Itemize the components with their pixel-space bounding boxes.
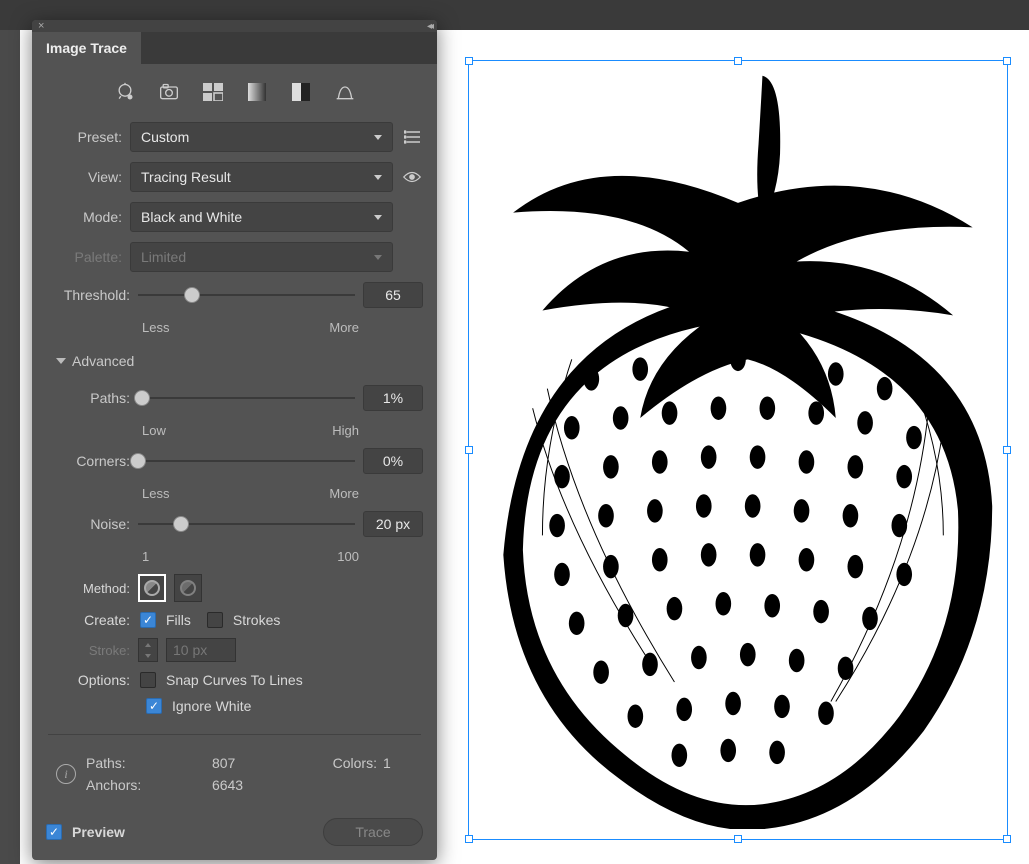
black-white-icon[interactable] xyxy=(290,82,312,102)
stroke-label: Stroke: xyxy=(62,643,130,658)
preset-menu-icon[interactable] xyxy=(401,130,423,144)
paths-value[interactable]: 1% xyxy=(363,385,423,411)
close-icon[interactable]: × xyxy=(38,21,44,32)
paths-slider[interactable] xyxy=(138,389,355,407)
panel-title: Image Trace xyxy=(46,40,127,56)
options-label: Options: xyxy=(62,672,130,688)
preview-label: Preview xyxy=(72,824,125,840)
preset-select[interactable]: Custom xyxy=(130,122,393,152)
palette-label: Palette: xyxy=(46,249,122,265)
mode-select[interactable]: Black and White xyxy=(130,202,393,232)
collapse-icon[interactable]: ◂◂ xyxy=(427,21,431,32)
handle-bm[interactable] xyxy=(734,835,742,843)
corners-min: Less xyxy=(142,486,169,501)
handle-br[interactable] xyxy=(1003,835,1011,843)
ignore-white-checkbox[interactable] xyxy=(146,698,162,714)
threshold-value[interactable]: 65 xyxy=(363,282,423,308)
stats-colors-value: 1 xyxy=(383,755,413,771)
corners-slider[interactable] xyxy=(138,452,355,470)
divider xyxy=(48,734,421,735)
paths-max: High xyxy=(332,423,359,438)
paths-min: Low xyxy=(142,423,166,438)
mode-label: Mode: xyxy=(46,209,122,225)
strawberry-illustration xyxy=(474,66,1002,829)
stats-colors-label: Colors: xyxy=(262,755,383,771)
strokes-label: Strokes xyxy=(233,612,280,628)
ignore-white-label: Ignore White xyxy=(172,698,251,714)
threshold-min: Less xyxy=(142,320,169,335)
handle-tm[interactable] xyxy=(734,57,742,65)
corners-label: Corners: xyxy=(46,453,130,469)
palette-value: Limited xyxy=(141,249,186,265)
preview-checkbox[interactable] xyxy=(46,824,62,840)
panel-titlebar[interactable]: × ◂◂ xyxy=(32,20,437,32)
stats-paths-label: Paths: xyxy=(86,755,212,771)
corners-max: More xyxy=(329,486,359,501)
auto-color-icon[interactable] xyxy=(114,82,136,102)
panel-tab-row: Image Trace xyxy=(32,32,437,64)
disclosure-triangle-icon xyxy=(56,358,66,364)
palette-select: Limited xyxy=(130,242,393,272)
view-select[interactable]: Tracing Result xyxy=(130,162,393,192)
noise-max: 100 xyxy=(337,549,359,564)
preset-label: Preset: xyxy=(46,129,122,145)
snap-checkbox[interactable] xyxy=(140,672,156,688)
noise-min: 1 xyxy=(142,549,149,564)
view-value: Tracing Result xyxy=(141,169,231,185)
noise-slider[interactable] xyxy=(138,515,355,533)
stats-anchors-value: 6643 xyxy=(212,777,262,793)
image-trace-panel: × ◂◂ Image Trace Preset: Custom xyxy=(32,20,437,860)
eye-icon[interactable] xyxy=(401,171,423,183)
stroke-stepper xyxy=(138,638,158,662)
view-label: View: xyxy=(46,169,122,185)
strokes-checkbox[interactable] xyxy=(207,612,223,628)
preset-icon-row xyxy=(32,64,437,122)
corners-value[interactable]: 0% xyxy=(363,448,423,474)
handle-mr[interactable] xyxy=(1003,446,1011,454)
chevron-down-icon xyxy=(374,215,382,220)
stats-paths-value: 807 xyxy=(212,755,262,771)
mode-value: Black and White xyxy=(141,209,242,225)
grayscale-icon[interactable] xyxy=(246,82,268,102)
threshold-max: More xyxy=(329,320,359,335)
info-icon[interactable]: i xyxy=(56,764,76,784)
paths-label: Paths: xyxy=(46,390,130,406)
threshold-label: Threshold: xyxy=(46,287,130,303)
advanced-toggle[interactable]: Advanced xyxy=(46,345,423,375)
stats-anchors-label: Anchors: xyxy=(86,777,212,793)
handle-tr[interactable] xyxy=(1003,57,1011,65)
selected-artwork[interactable] xyxy=(468,60,1008,840)
stroke-value: 10 px xyxy=(166,638,236,662)
outline-icon[interactable] xyxy=(334,82,356,102)
panel-title-tab[interactable]: Image Trace xyxy=(32,32,141,64)
chevron-down-icon xyxy=(374,135,382,140)
trace-button: Trace xyxy=(323,818,423,846)
handle-ml[interactable] xyxy=(465,446,473,454)
create-label: Create: xyxy=(62,612,130,628)
preset-value: Custom xyxy=(141,129,189,145)
snap-label: Snap Curves To Lines xyxy=(166,672,303,688)
high-color-icon[interactable] xyxy=(158,82,180,102)
method-abutting-button[interactable] xyxy=(138,574,166,602)
noise-value[interactable]: 20 px xyxy=(363,511,423,537)
chevron-down-icon xyxy=(374,175,382,180)
threshold-slider[interactable] xyxy=(138,286,355,304)
fills-checkbox[interactable] xyxy=(140,612,156,628)
method-label: Method: xyxy=(62,581,130,596)
handle-tl[interactable] xyxy=(465,57,473,65)
method-overlapping-button[interactable] xyxy=(174,574,202,602)
handle-bl[interactable] xyxy=(465,835,473,843)
noise-label: Noise: xyxy=(46,516,130,532)
fills-label: Fills xyxy=(166,612,191,628)
low-color-icon[interactable] xyxy=(202,82,224,102)
trace-label: Trace xyxy=(355,824,390,840)
chevron-down-icon xyxy=(374,255,382,260)
advanced-label: Advanced xyxy=(72,353,134,369)
